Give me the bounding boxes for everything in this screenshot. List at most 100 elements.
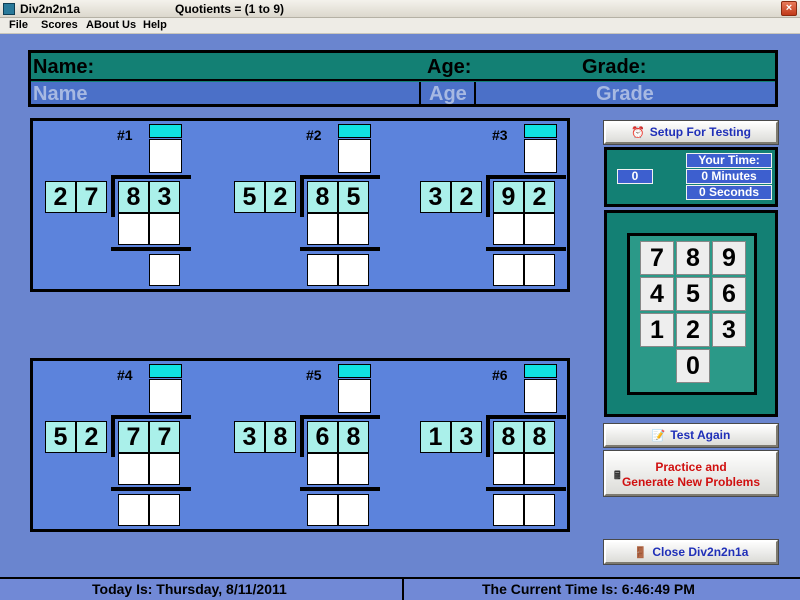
menu-about-us[interactable]: ABout Us bbox=[86, 19, 136, 31]
work-input[interactable] bbox=[493, 213, 524, 245]
window-title: Quotients = (1 to 9) bbox=[175, 2, 285, 16]
key-6[interactable]: 6 bbox=[712, 277, 746, 311]
subtraction-line bbox=[111, 487, 191, 491]
status-divider bbox=[402, 579, 404, 600]
app-icon bbox=[3, 3, 15, 15]
key-5[interactable]: 5 bbox=[676, 277, 710, 311]
remainder-input[interactable] bbox=[524, 254, 555, 286]
current-time: The Current Time Is: 6:46:49 PM bbox=[482, 581, 695, 597]
work-input[interactable] bbox=[149, 213, 180, 245]
work-input[interactable] bbox=[149, 453, 180, 485]
test-again-button[interactable]: 📝 Test Again bbox=[603, 423, 779, 448]
key-4[interactable]: 4 bbox=[640, 277, 674, 311]
work-input[interactable] bbox=[118, 453, 149, 485]
grade-field[interactable]: Grade bbox=[596, 83, 654, 106]
remainder-input[interactable] bbox=[149, 254, 180, 286]
name-field[interactable]: Name bbox=[33, 83, 87, 106]
quotient-marker bbox=[524, 364, 557, 378]
test-again-label: Test Again bbox=[670, 428, 731, 442]
status-bar: Today Is: Thursday, 8/11/2011 The Curren… bbox=[0, 577, 800, 600]
quotient-input[interactable] bbox=[149, 379, 182, 413]
divisor-digit: 2 bbox=[45, 181, 76, 213]
dividend-digit: 8 bbox=[307, 181, 338, 213]
close-window-button[interactable]: × bbox=[781, 1, 797, 16]
setup-for-testing-button[interactable]: ⏰ Setup For Testing bbox=[603, 120, 779, 145]
remainder-input[interactable] bbox=[493, 254, 524, 286]
dividend-digit: 9 bbox=[493, 181, 524, 213]
division-bar bbox=[300, 175, 380, 179]
student-info-labels: Name: Age: Grade: bbox=[31, 53, 775, 81]
work-input[interactable] bbox=[118, 213, 149, 245]
work-input[interactable] bbox=[524, 453, 555, 485]
subtraction-line bbox=[300, 487, 380, 491]
divisor-digit: 5 bbox=[45, 421, 76, 453]
quotient-input[interactable] bbox=[524, 379, 557, 413]
remainder-input[interactable] bbox=[118, 494, 149, 526]
division-bar bbox=[111, 415, 191, 419]
quotient-input[interactable] bbox=[524, 139, 557, 173]
work-input[interactable] bbox=[338, 453, 369, 485]
window-app-name: Div2n2n1a bbox=[20, 2, 81, 16]
name-label: Name: bbox=[33, 56, 95, 78]
work-input[interactable] bbox=[524, 213, 555, 245]
work-input[interactable] bbox=[307, 213, 338, 245]
grade-label: Grade: bbox=[582, 56, 647, 78]
key-7[interactable]: 7 bbox=[640, 241, 674, 275]
divisor-digit: 3 bbox=[420, 181, 451, 213]
menu-file[interactable]: File bbox=[9, 19, 28, 31]
practice-label-line2: Generate New Problems bbox=[621, 475, 761, 489]
dividend-digit: 8 bbox=[338, 421, 369, 453]
key-0[interactable]: 0 bbox=[676, 349, 710, 383]
age-label: Age: bbox=[427, 56, 472, 78]
work-input[interactable] bbox=[493, 453, 524, 485]
quotient-input[interactable] bbox=[338, 379, 371, 413]
problem-label: #6 bbox=[492, 367, 508, 383]
close-app-label: Close Div2n2n1a bbox=[652, 545, 749, 559]
division-bracket bbox=[300, 175, 304, 217]
quotient-marker bbox=[149, 364, 182, 378]
menu-scores[interactable]: Scores bbox=[41, 19, 78, 31]
quotient-input[interactable] bbox=[149, 139, 182, 173]
remainder-input[interactable] bbox=[338, 254, 369, 286]
practice-generate-button[interactable]: 🖩 Practice and Generate New Problems bbox=[603, 450, 779, 497]
title-bar: Div2n2n1a Quotients = (1 to 9) × bbox=[0, 0, 800, 18]
remainder-input[interactable] bbox=[524, 494, 555, 526]
remainder-input[interactable] bbox=[307, 254, 338, 286]
problem-label: #1 bbox=[117, 127, 133, 143]
division-bracket bbox=[486, 175, 490, 217]
alarm-clock-icon: ⏰ bbox=[631, 127, 645, 139]
dividend-digit: 8 bbox=[493, 421, 524, 453]
key-8[interactable]: 8 bbox=[676, 241, 710, 275]
remainder-input[interactable] bbox=[307, 494, 338, 526]
minutes-display: 0 Minutes bbox=[686, 169, 772, 184]
menu-help[interactable]: Help bbox=[143, 19, 167, 31]
close-app-button[interactable]: 🚪 Close Div2n2n1a bbox=[603, 539, 779, 565]
divisor-digit: 2 bbox=[76, 421, 107, 453]
dividend-digit: 8 bbox=[118, 181, 149, 213]
remainder-input[interactable] bbox=[338, 494, 369, 526]
key-3[interactable]: 3 bbox=[712, 313, 746, 347]
key-1[interactable]: 1 bbox=[640, 313, 674, 347]
dividend-digit: 3 bbox=[149, 181, 180, 213]
dividend-digit: 8 bbox=[524, 421, 555, 453]
quotient-marker bbox=[338, 124, 371, 138]
field-divider bbox=[419, 82, 421, 104]
division-bar bbox=[111, 175, 191, 179]
current-date: Today Is: Thursday, 8/11/2011 bbox=[92, 581, 287, 597]
divisor-digit: 3 bbox=[234, 421, 265, 453]
quotient-input[interactable] bbox=[338, 139, 371, 173]
key-2[interactable]: 2 bbox=[676, 313, 710, 347]
work-input[interactable] bbox=[338, 213, 369, 245]
division-bar bbox=[300, 415, 380, 419]
remainder-input[interactable] bbox=[493, 494, 524, 526]
dividend-digit: 5 bbox=[338, 181, 369, 213]
problem-label: #2 bbox=[306, 127, 322, 143]
key-9[interactable]: 9 bbox=[712, 241, 746, 275]
division-bracket bbox=[111, 175, 115, 217]
age-field[interactable]: Age bbox=[429, 83, 467, 106]
work-input[interactable] bbox=[307, 453, 338, 485]
problem-label: #3 bbox=[492, 127, 508, 143]
remainder-input[interactable] bbox=[149, 494, 180, 526]
number-keypad: 7 8 9 4 5 6 1 2 3 0 bbox=[627, 233, 757, 395]
timer-panel: 0 Your Time: 0 Minutes 0 Seconds bbox=[604, 147, 778, 207]
